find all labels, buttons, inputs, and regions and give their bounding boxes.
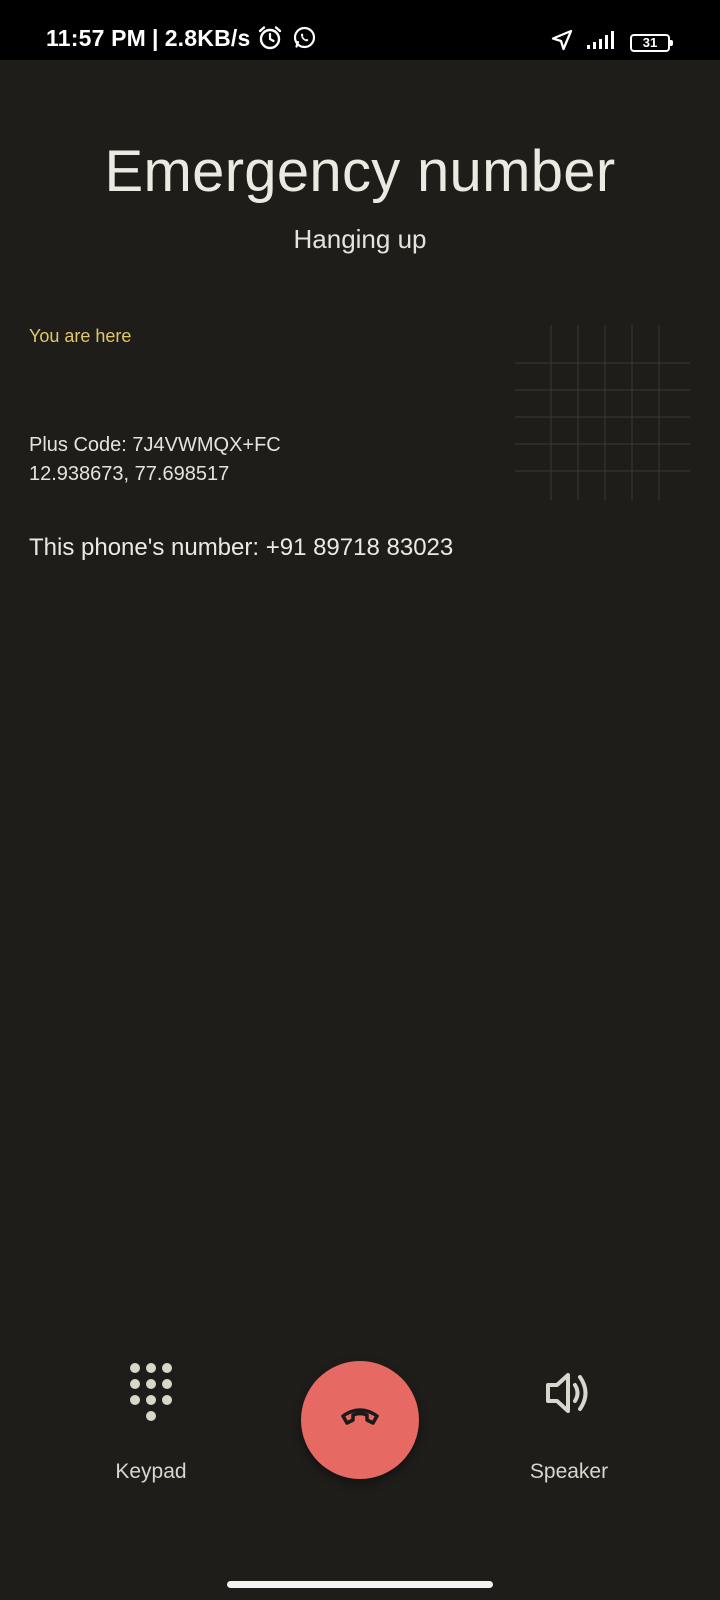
status-time: 11:57 PM bbox=[46, 24, 147, 51]
plus-code: Plus Code: 7J4VWMQX+FC bbox=[29, 434, 281, 456]
home-indicator[interactable] bbox=[227, 1581, 493, 1588]
status-bar: 11:57 PM | 2.8KB/s 31 bbox=[0, 0, 720, 60]
end-call-icon bbox=[340, 1406, 380, 1435]
status-bar-right: 31 bbox=[550, 28, 673, 57]
location-arrow-icon bbox=[550, 28, 574, 57]
location-label: You are here bbox=[29, 326, 132, 346]
speaker-label: Speaker bbox=[529, 1460, 609, 1483]
map-grid bbox=[515, 325, 690, 500]
battery-icon: 31 bbox=[630, 33, 673, 52]
speaker-button[interactable]: Speaker bbox=[489, 1358, 649, 1484]
keypad-label: Keypad bbox=[115, 1460, 187, 1483]
keypad-button[interactable]: Keypad bbox=[71, 1358, 231, 1484]
speaker-icon bbox=[489, 1358, 649, 1428]
coordinates: 12.938673, 77.698517 bbox=[29, 463, 230, 485]
call-status: Hanging up bbox=[293, 224, 427, 254]
alarm-icon bbox=[256, 24, 284, 52]
phone-number: This phone's number: +91 89718 83023 bbox=[29, 534, 454, 561]
signal-icon bbox=[586, 30, 618, 55]
call-title: Emergency number bbox=[104, 139, 616, 204]
status-bar-left: 11:57 PM | 2.8KB/s bbox=[46, 24, 318, 52]
keypad-icon bbox=[71, 1358, 231, 1428]
battery-level: 31 bbox=[642, 34, 658, 50]
network-speed: 2.8KB/s bbox=[164, 24, 251, 51]
status-separator: | bbox=[152, 24, 159, 51]
end-call-button[interactable] bbox=[301, 1361, 419, 1479]
whatsapp-icon bbox=[290, 24, 318, 52]
